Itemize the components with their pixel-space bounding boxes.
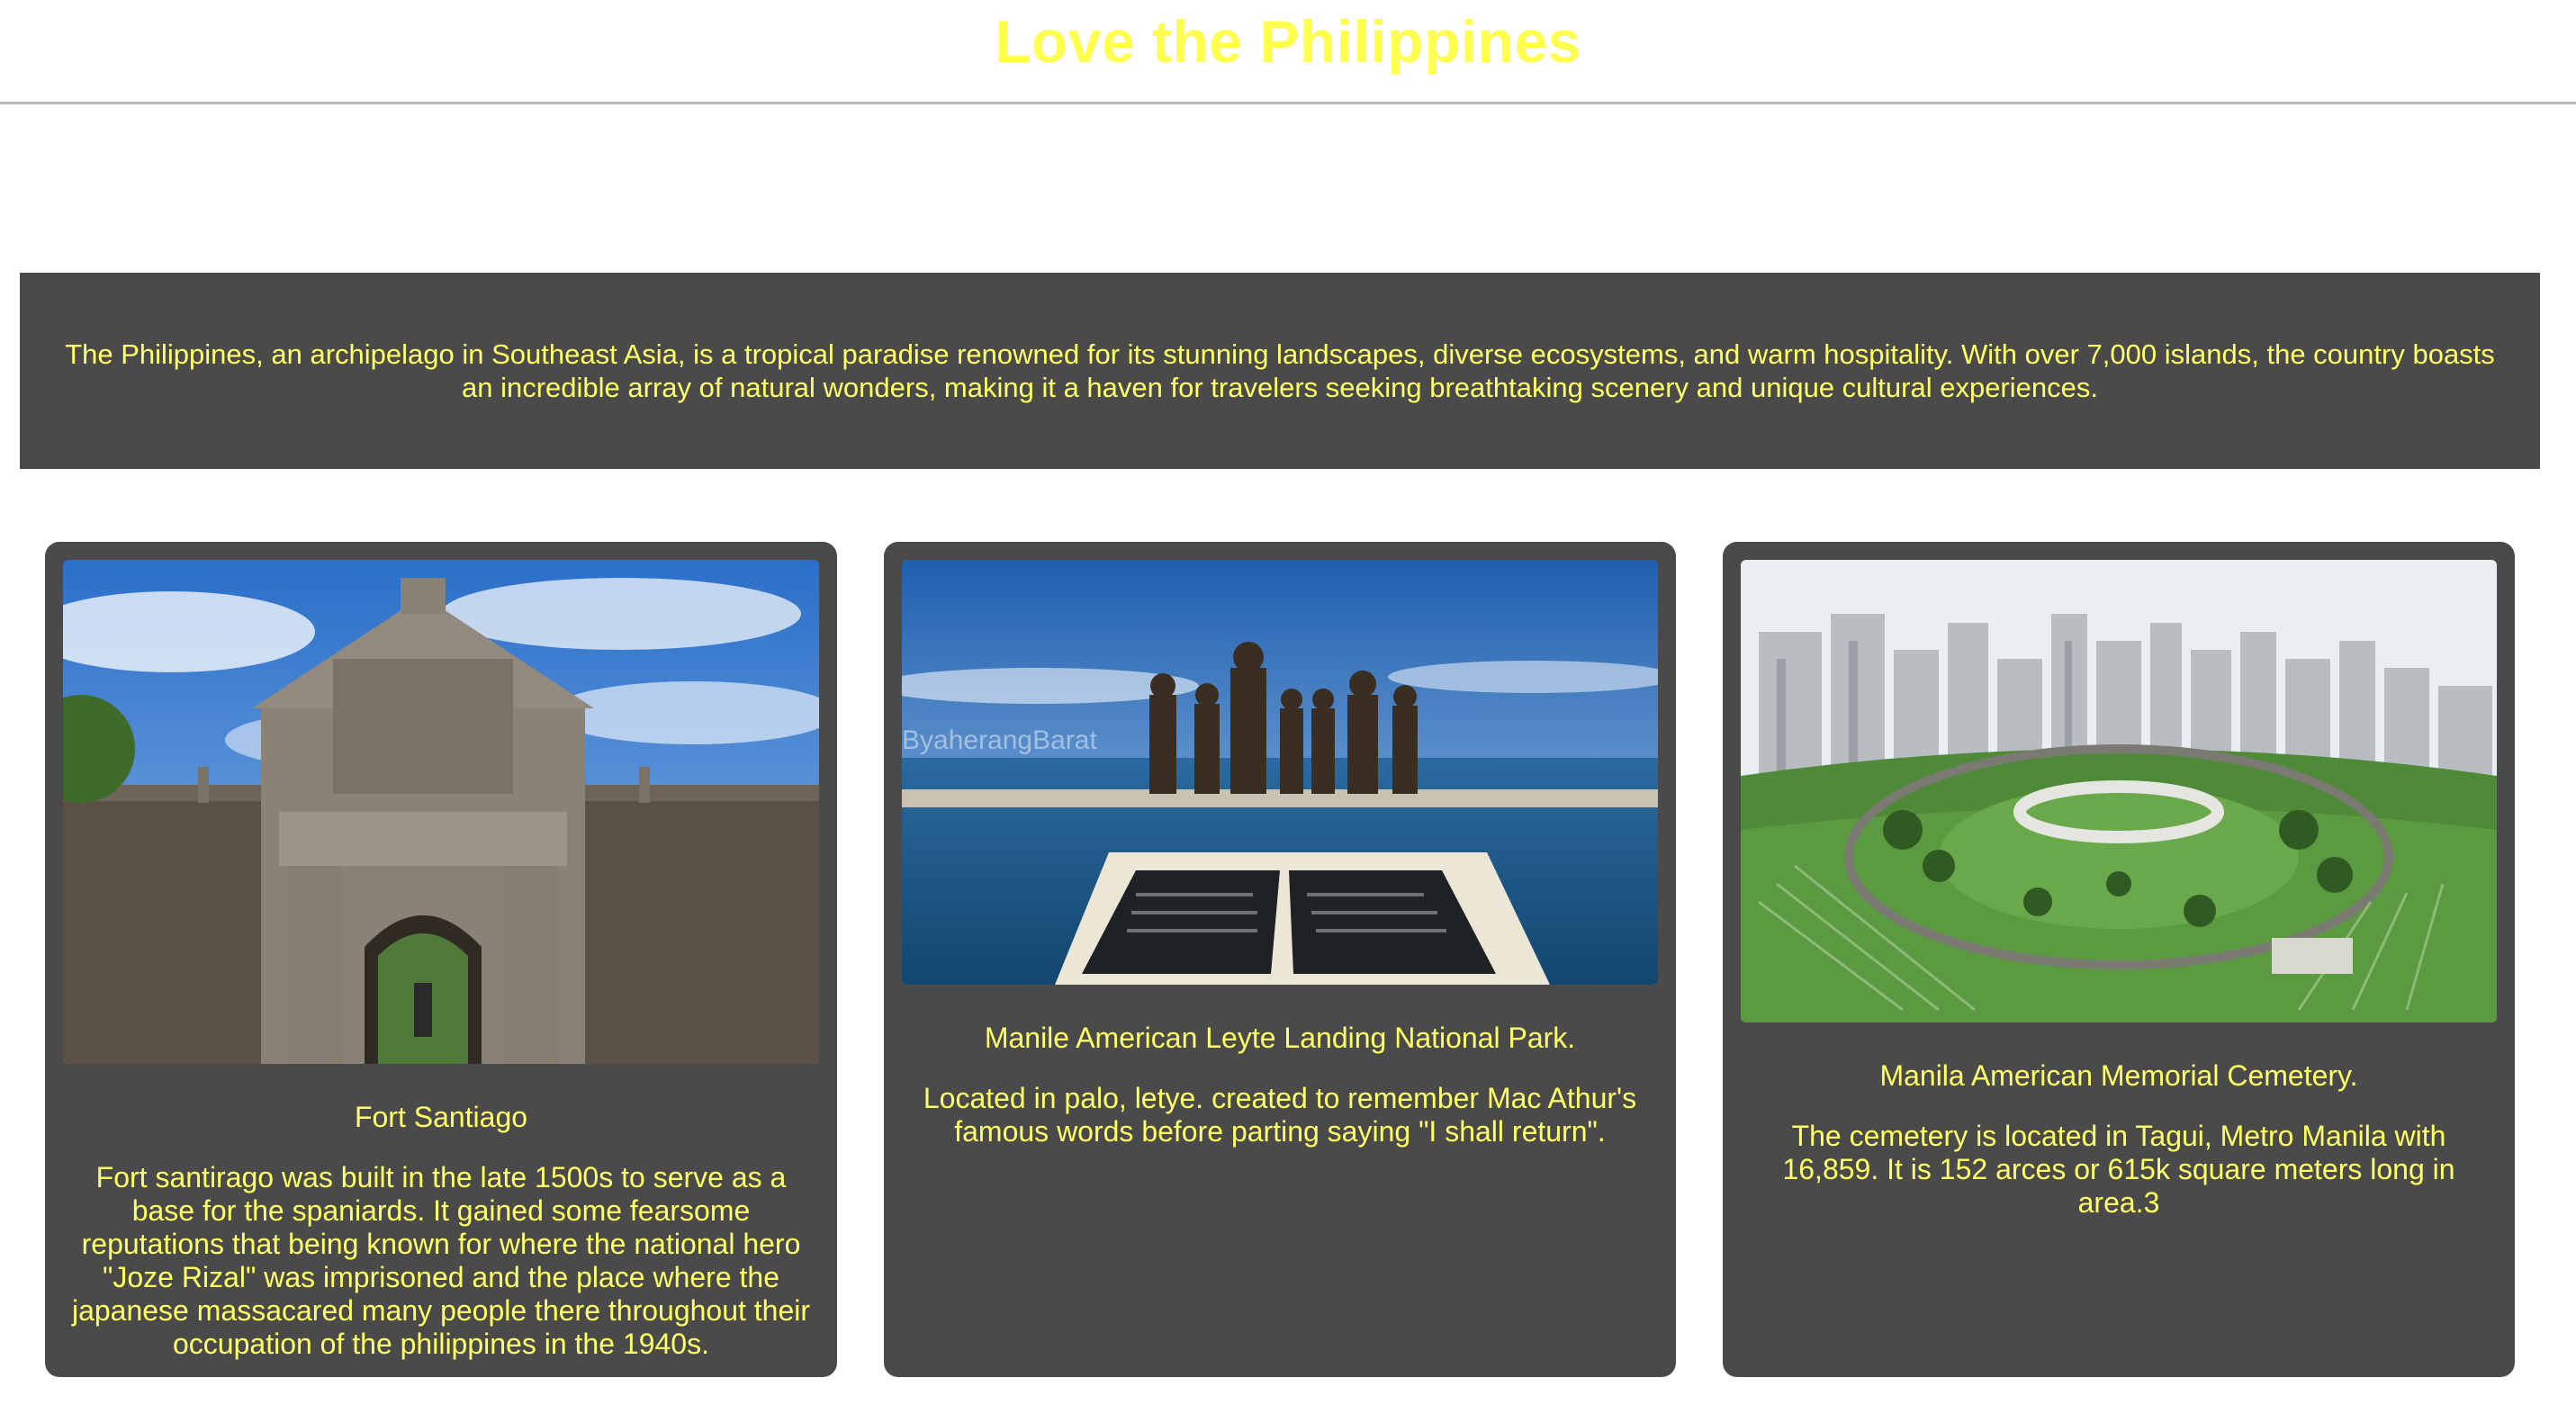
card-description: The cemetery is located in Tagui, Metro …: [1782, 1120, 2455, 1219]
photo-watermark: ByaherangBarat: [902, 725, 1097, 755]
page: Love the Philippines The Philippines, an…: [0, 0, 2576, 1423]
card-description: Fort santirago was built in the late 150…: [71, 1161, 811, 1360]
card-description: Located in palo, letye. created to remem…: [923, 1082, 1637, 1148]
fort-santiago-photo: [63, 560, 819, 1064]
card-title: Manila American Memorial Cemetery.: [1879, 1059, 2358, 1092]
page-header: Love the Philippines: [0, 0, 2576, 104]
intro-banner: The Philippines, an archipelago in South…: [20, 273, 2540, 469]
destination-card-memorial-cemetery: Manila American Memorial Cemetery. The c…: [1723, 542, 2515, 1377]
leyte-landing-photo: ByaherangBarat: [902, 560, 1658, 985]
intro-text: The Philippines, an archipelago in South…: [65, 338, 2495, 403]
memorial-cemetery-photo: [1741, 560, 2497, 1022]
card-title: Manile American Leyte Landing National P…: [984, 1022, 1576, 1054]
destination-card-fort-santiago: Fort Santiago Fort santirago was built i…: [45, 542, 837, 1377]
destination-card-leyte-landing: ByaherangBarat Manile American Leyte Lan…: [884, 542, 1676, 1377]
page-title: Love the Philippines: [995, 8, 1581, 75]
card-title: Fort Santiago: [354, 1101, 528, 1133]
